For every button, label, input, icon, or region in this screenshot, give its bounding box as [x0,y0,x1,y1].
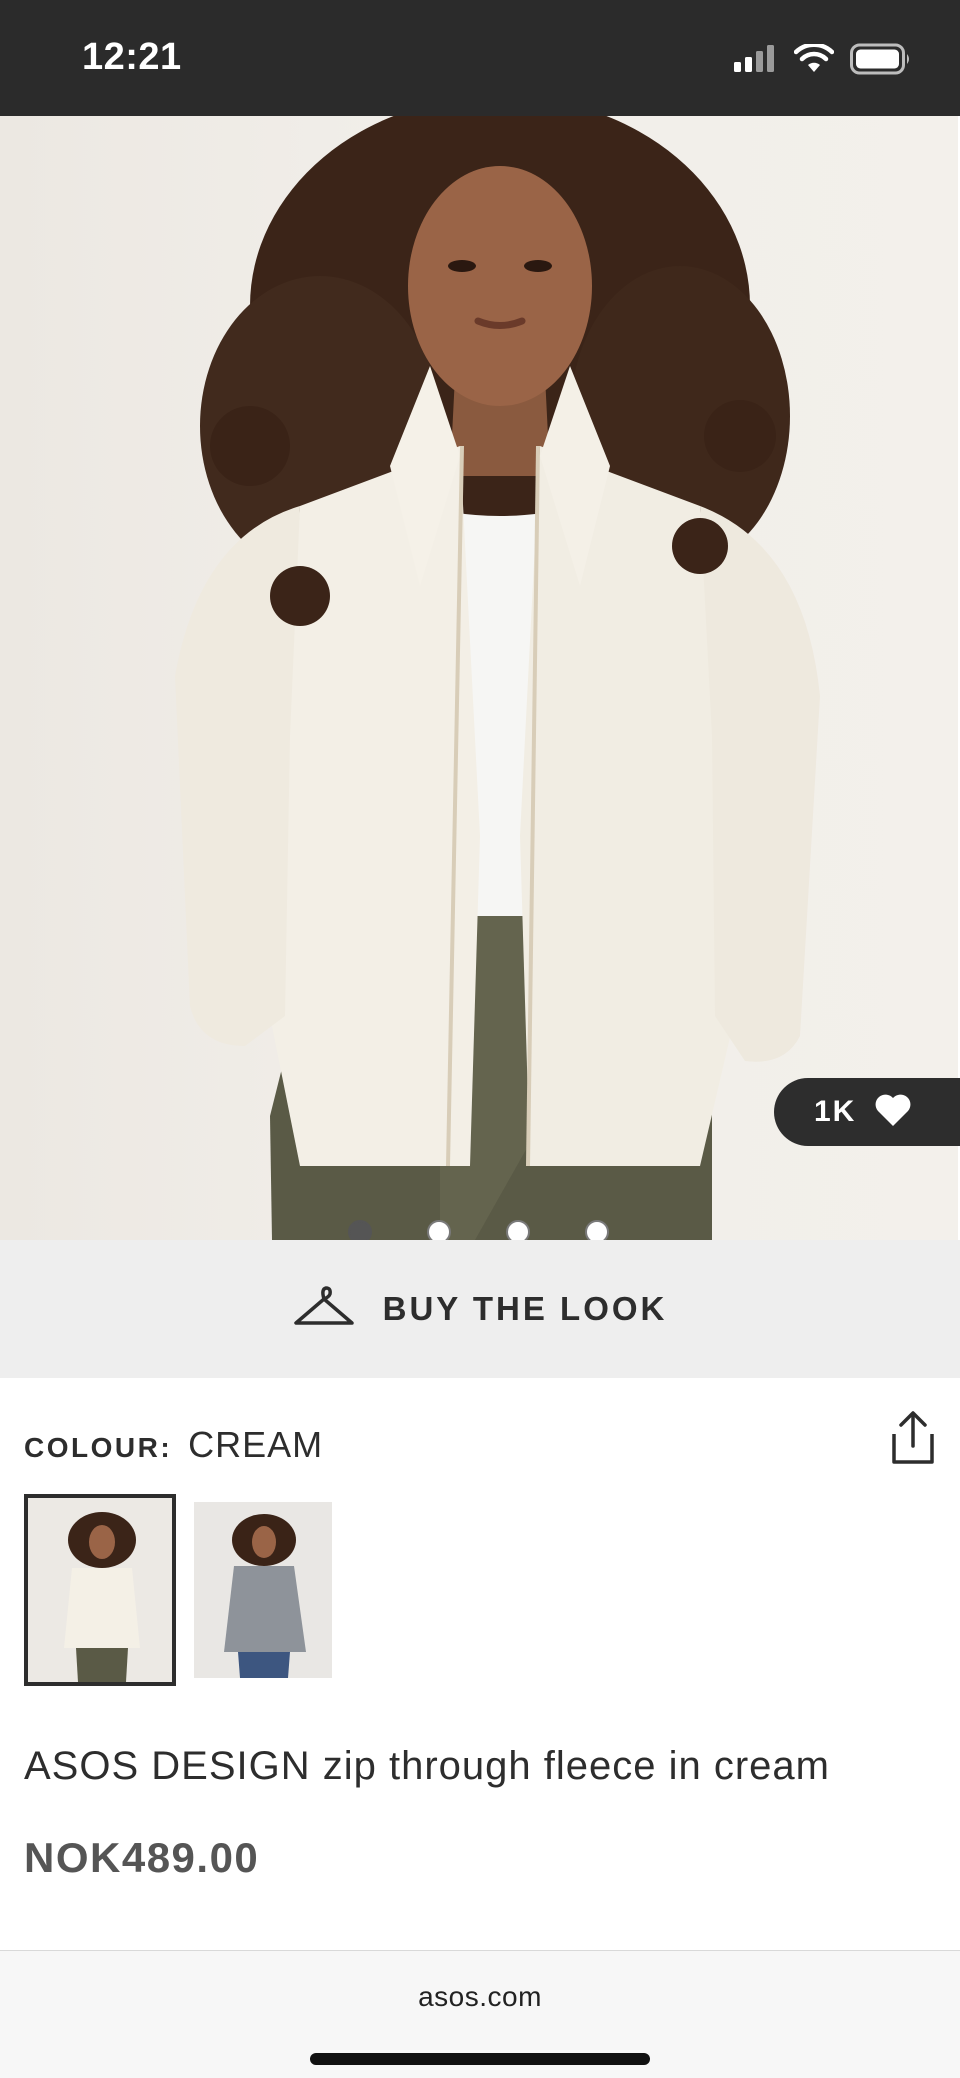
status-time: 12:21 [82,36,182,78]
hanger-icon [293,1285,355,1334]
colour-value: CREAM [188,1424,324,1465]
swatch-grey-image [194,1502,332,1678]
colour-key: COLOUR: [24,1432,173,1463]
carousel-dot[interactable] [585,1220,609,1240]
colour-swatches [24,1494,332,1686]
url-text[interactable]: asos.com [0,1981,960,2013]
wifi-icon [793,42,835,79]
carousel-dot[interactable] [427,1220,451,1240]
colour-row: COLOUR: CREAM [24,1424,323,1468]
heart-icon [874,1093,912,1132]
carousel-dot[interactable] [506,1220,530,1240]
signal-icon [734,44,778,79]
status-icons [734,42,912,80]
buy-the-look-label: BUY THE LOOK [382,1290,668,1327]
carousel-dots [0,1220,958,1240]
share-button[interactable] [888,1410,938,1466]
swatch-grey[interactable] [194,1502,332,1678]
swatch-cream-image [28,1498,172,1682]
carousel-dot[interactable] [348,1220,372,1240]
home-indicator [310,2053,650,2065]
likes-count: 1K [814,1095,857,1128]
save-for-later-button[interactable]: 1K [774,1078,960,1146]
product-title: ASOS DESIGN zip through fleece in cream [24,1744,830,1788]
battery-icon [850,43,912,80]
browser-address-bar[interactable]: asos.com [0,1950,960,2078]
swatch-cream[interactable] [24,1494,176,1686]
buy-the-look-button[interactable]: BUY THE LOOK [0,1240,960,1378]
product-photo [175,116,820,1240]
product-page: 12:21 1K BUY THE LOOK COLOUR: CREAM ASOS… [0,0,960,2078]
product-image-gallery[interactable] [0,116,958,1240]
status-bar: 12:21 [0,0,960,116]
product-price: NOK489.00 [24,1834,260,1881]
share-icon [892,1411,934,1464]
